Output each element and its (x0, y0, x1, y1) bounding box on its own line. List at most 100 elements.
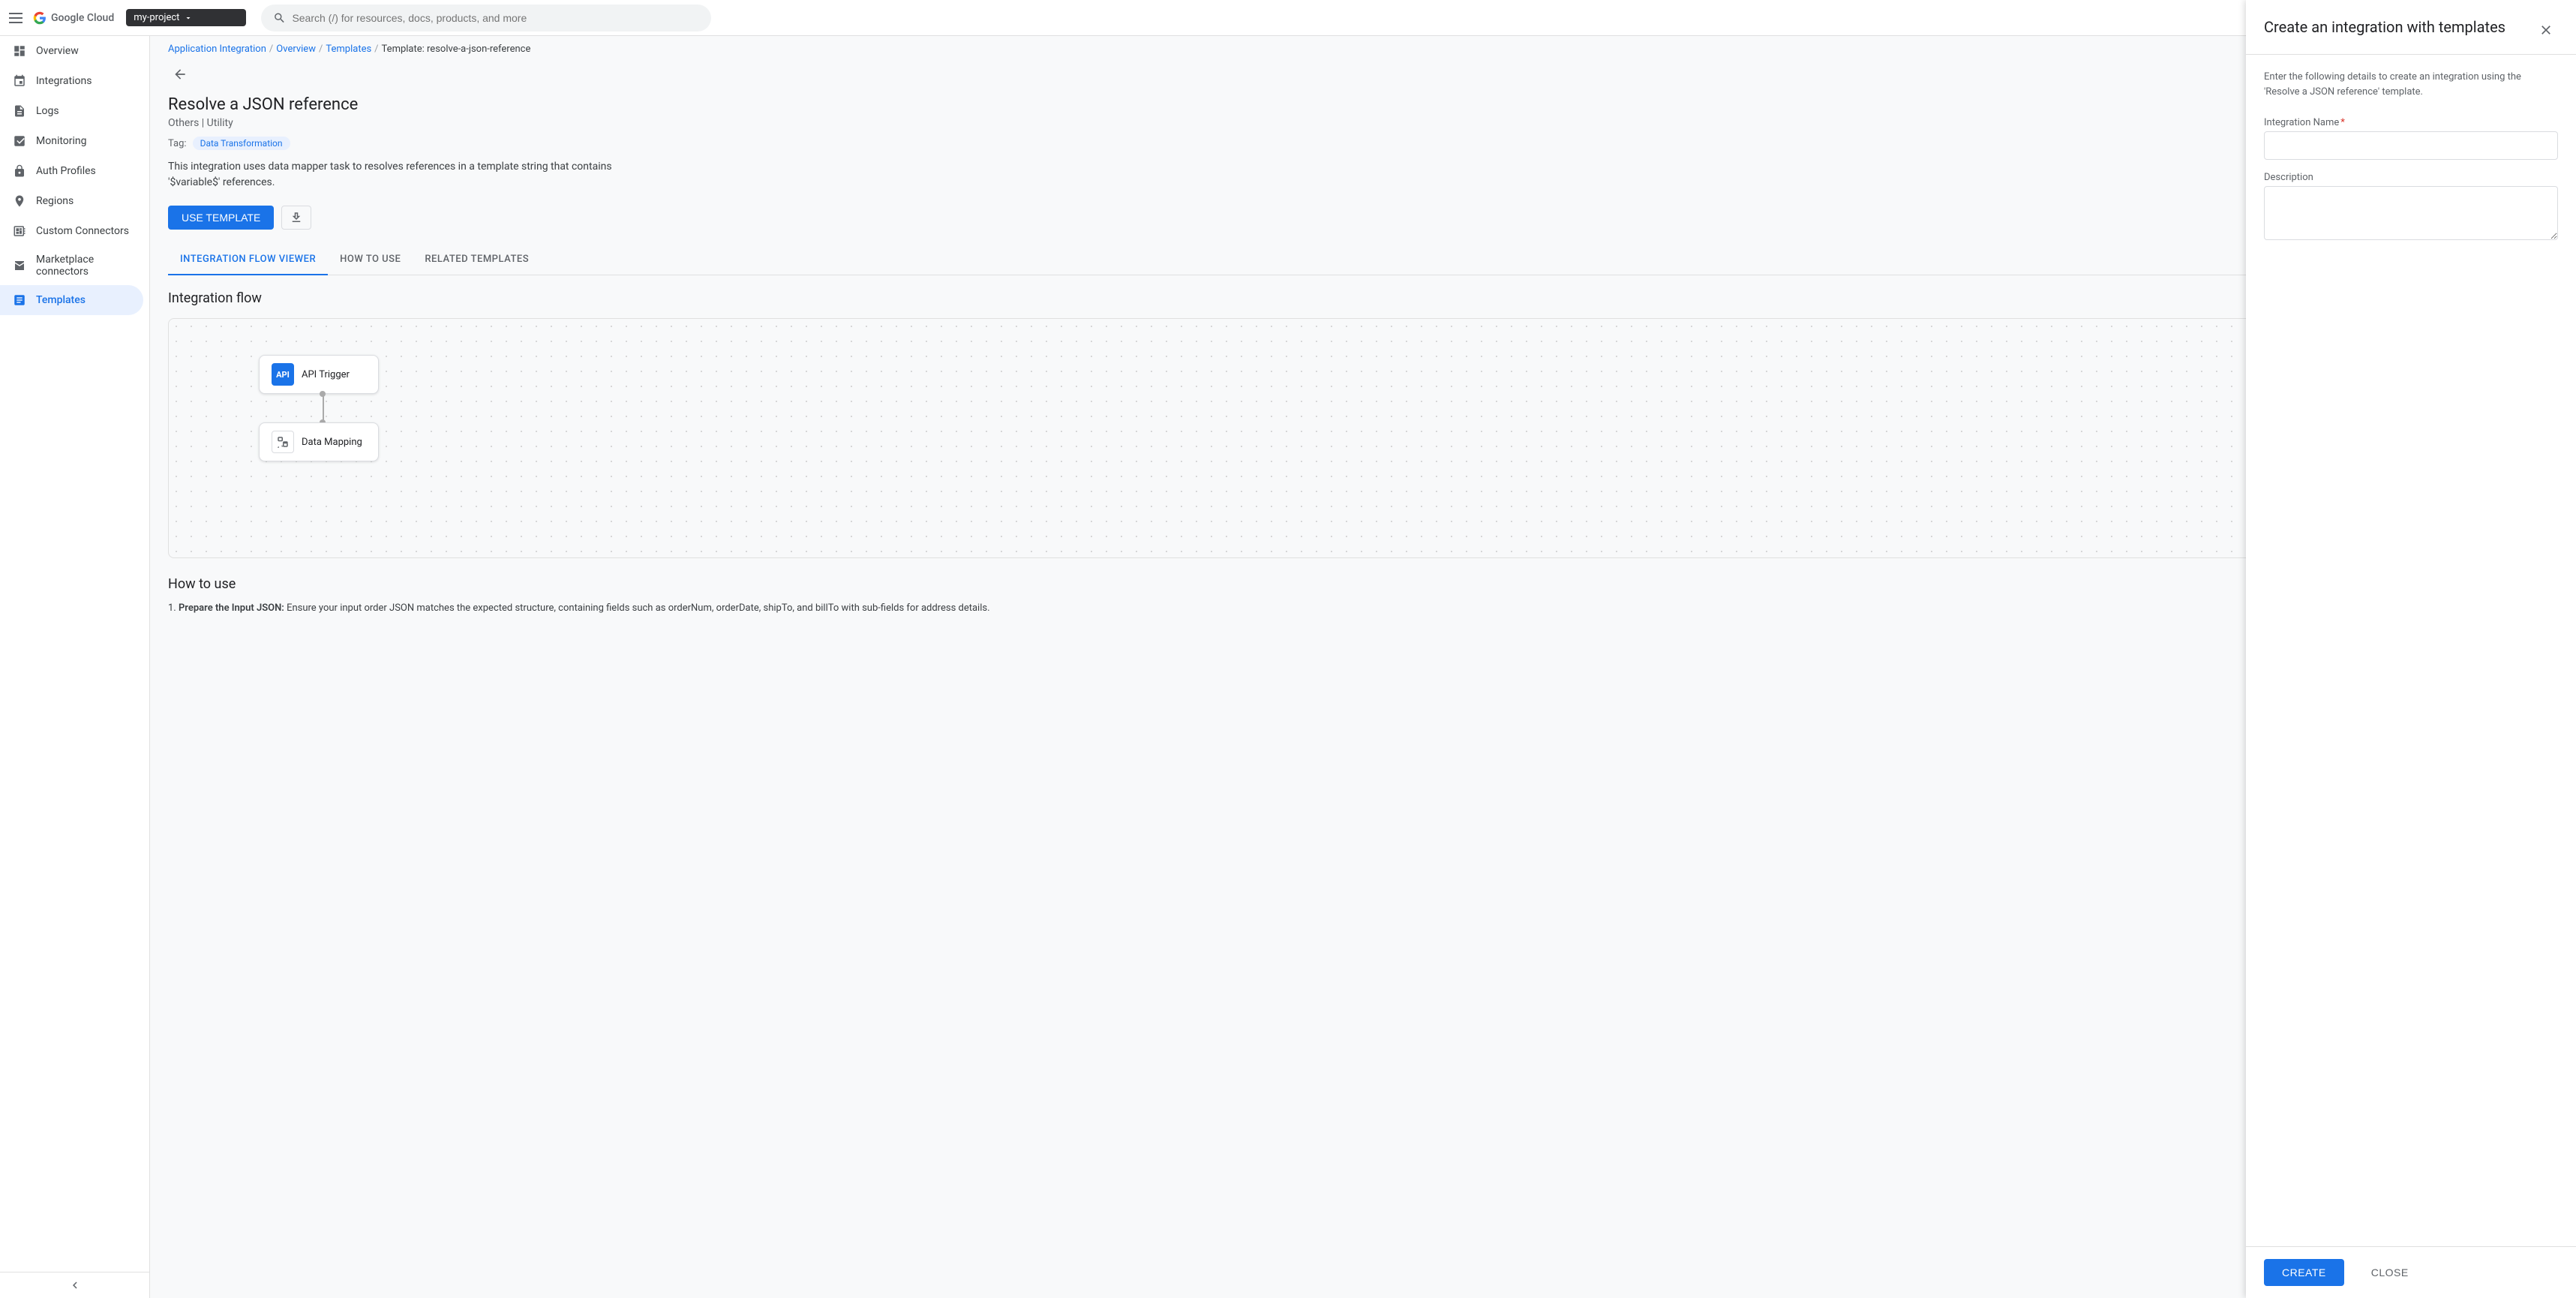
overview-icon (12, 44, 27, 59)
sidebar-label-overview: Overview (36, 45, 79, 57)
marketplace-icon (12, 258, 27, 273)
sidebar-label-custom-connectors: Custom Connectors (36, 225, 129, 237)
flow-canvas-wrapper: Integration flow API API Trigger (168, 290, 2390, 617)
breadcrumb-app[interactable]: Application Integration (168, 44, 266, 55)
required-marker: * (2340, 117, 2345, 128)
monitoring-icon (12, 134, 27, 149)
sidebar-item-custom-connectors[interactable]: Custom Connectors (0, 216, 143, 246)
canvas-dots (169, 319, 2389, 557)
action-row: USE TEMPLATE (168, 206, 2558, 230)
sidebar-item-auth-profiles[interactable]: Auth Profiles (0, 156, 143, 186)
sidebar-label-auth: Auth Profiles (36, 165, 96, 177)
dropdown-icon (184, 14, 193, 23)
breadcrumb-sep-2: / (319, 44, 323, 55)
create-button[interactable]: CREATE (2264, 1259, 2344, 1286)
data-mapping-icon (272, 431, 294, 453)
project-name: my-project (134, 12, 179, 23)
sidebar-label-integrations: Integrations (36, 75, 92, 87)
description-input[interactable] (2264, 186, 2558, 240)
tag-chip: Data Transformation (193, 137, 290, 150)
logs-icon (12, 104, 27, 119)
search-bar (261, 5, 711, 32)
flow-connector-top-dot (320, 391, 326, 397)
tabs: INTEGRATION FLOW VIEWER HOW TO USE RELAT… (168, 245, 2558, 275)
close-icon (2538, 36, 2553, 38)
sidebar-collapse-btn[interactable] (0, 1272, 149, 1298)
api-trigger-node: API API Trigger (259, 355, 379, 394)
search-input[interactable] (292, 12, 699, 24)
google-icon (33, 11, 47, 25)
topbar: Google Cloud my-project U (0, 0, 2576, 36)
sidebar: Overview Integrations Logs Monitoring Au… (0, 36, 150, 1298)
sidebar-label-monitoring: Monitoring (36, 135, 87, 147)
breadcrumb: Application Integration / Overview / Tem… (150, 36, 2576, 62)
sidebar-label-templates: Templates (36, 294, 86, 306)
flow-connector-line (323, 392, 324, 422)
tab-related-templates[interactable]: RELATED TEMPLATES (413, 245, 541, 275)
content-area: Application Integration / Overview / Tem… (150, 36, 2576, 1298)
template-description: This integration uses data mapper task t… (168, 159, 618, 191)
sidebar-item-templates[interactable]: Templates (0, 285, 143, 315)
main-layout: Overview Integrations Logs Monitoring Au… (0, 36, 2576, 1298)
step1-bold: Prepare the Input JSON: (179, 602, 284, 614)
tab-how-to-use[interactable]: HOW TO USE (328, 245, 413, 275)
how-to-section: How to use 1. Prepare the Input JSON: En… (168, 576, 2390, 617)
tag-row: Tag: Data Transformation (168, 137, 2558, 150)
create-integration-panel: Create an integration with templates Ent… (2246, 36, 2576, 1298)
templates-icon (12, 293, 27, 308)
sidebar-item-regions[interactable]: Regions (0, 186, 143, 216)
sidebar-label-logs: Logs (36, 105, 59, 117)
api-icon: API (272, 363, 294, 386)
panel-header: Create an integration with templates (2246, 36, 2576, 55)
template-subtitle: Others | Utility (168, 117, 2558, 129)
integration-name-label: Integration Name * (2264, 117, 2558, 128)
integrations-icon (12, 74, 27, 89)
sidebar-item-integrations[interactable]: Integrations (0, 66, 143, 96)
panel-description: Enter the following details to create an… (2264, 70, 2558, 99)
custom-connectors-icon (12, 224, 27, 239)
description-group: Description (2264, 172, 2558, 243)
flow-section: Integration flow API API Trigger (168, 290, 2558, 617)
step1-text: Ensure your input order JSON matches the… (287, 602, 989, 614)
breadcrumb-sep-1: / (269, 44, 273, 55)
regions-icon (12, 194, 27, 209)
close-button[interactable]: CLOSE (2353, 1259, 2427, 1286)
flow-title: Integration flow (168, 290, 2390, 306)
breadcrumb-overview[interactable]: Overview (276, 44, 316, 55)
back-button[interactable] (168, 62, 192, 86)
download-button[interactable] (281, 206, 311, 230)
api-trigger-label: API Trigger (302, 369, 350, 380)
sidebar-item-overview[interactable]: Overview (0, 36, 143, 66)
menu-icon[interactable] (9, 9, 27, 27)
data-mapping-label: Data Mapping (302, 437, 362, 448)
how-to-text: 1. Prepare the Input JSON: Ensure your i… (168, 601, 2390, 617)
project-selector[interactable]: my-project (126, 9, 246, 26)
template-header: Resolve a JSON reference Others | Utilit… (168, 95, 2558, 191)
data-mapping-node: Data Mapping (259, 422, 379, 461)
step1-number: 1. (168, 602, 176, 614)
panel-close-button[interactable] (2534, 36, 2558, 42)
breadcrumb-sep-3: / (374, 44, 378, 55)
breadcrumb-current: Template: resolve-a-json-reference (382, 44, 531, 55)
page-content: Resolve a JSON reference Others | Utilit… (150, 62, 2576, 1298)
logo-text: Google Cloud (51, 12, 114, 24)
tag-label: Tag: (168, 138, 187, 149)
sidebar-item-monitoring[interactable]: Monitoring (0, 126, 143, 156)
panel-actions: CREATE CLOSE (2246, 1246, 2576, 1298)
how-to-title: How to use (168, 576, 2390, 592)
tab-integration-flow-viewer[interactable]: INTEGRATION FLOW VIEWER (168, 245, 328, 275)
sidebar-label-regions: Regions (36, 195, 74, 207)
integration-name-group: Integration Name * (2264, 117, 2558, 160)
flow-canvas: API API Trigger Data Mapping (168, 318, 2390, 558)
download-icon (290, 211, 303, 224)
sidebar-item-logs[interactable]: Logs (0, 96, 143, 126)
description-label: Description (2264, 172, 2558, 183)
breadcrumb-templates[interactable]: Templates (326, 44, 371, 55)
use-template-button[interactable]: USE TEMPLATE (168, 206, 274, 230)
template-title: Resolve a JSON reference (168, 95, 2558, 114)
sidebar-item-marketplace-connectors[interactable]: Marketplace connectors (0, 246, 143, 285)
search-icon (273, 11, 286, 25)
auth-icon (12, 164, 27, 179)
integration-name-input[interactable] (2264, 131, 2558, 160)
sidebar-label-marketplace: Marketplace connectors (36, 254, 131, 278)
